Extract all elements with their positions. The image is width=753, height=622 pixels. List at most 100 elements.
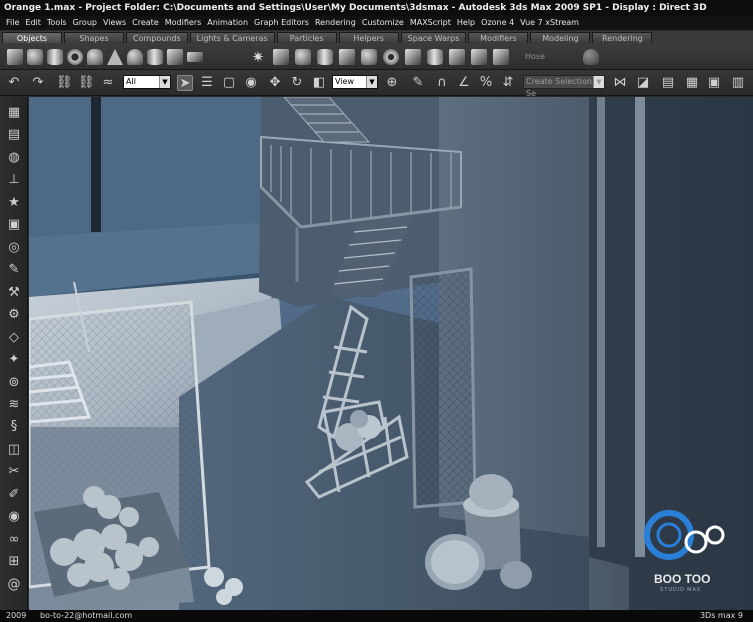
select-by-name-icon[interactable]: ☰ [199,75,215,91]
capsule-icon[interactable] [427,49,443,65]
oil-tank-icon[interactable] [295,49,311,65]
percent-snap-icon[interactable]: % [478,75,494,91]
foliage-icon[interactable] [583,49,599,65]
cylinder-icon[interactable] [47,49,63,65]
tab-particles[interactable]: Particles [276,32,337,43]
chamfer-box-icon[interactable] [273,49,289,65]
snaps-toggle-icon[interactable]: ∩ [434,75,450,91]
extrude-tool-icon[interactable]: ⊥ [6,172,22,188]
menu-customize[interactable]: Customize [359,16,407,30]
bind-space-warp-icon[interactable]: ≈ [100,75,116,91]
named-selection-sets-dropdown[interactable]: Create Selection Se ▼ [523,75,605,98]
bird-tool-icon[interactable]: ✦ [6,352,22,368]
menu-modifiers[interactable]: Modifiers [162,16,205,30]
gengon-icon[interactable] [361,49,377,65]
reference-coord-dropdown[interactable]: View ▼ [332,75,378,89]
torus-icon[interactable] [67,49,83,65]
wrench-tool-icon[interactable]: ⚒ [6,285,22,301]
grid-tool-icon[interactable]: ⊞ [6,554,22,570]
material-editor-icon[interactable]: ▣ [706,75,722,91]
perspective-viewport[interactable]: BOO TOO STUDIO MAX [29,97,753,610]
ringwave-icon[interactable] [493,49,509,65]
select-link-icon[interactable]: ⛓ [56,75,73,91]
menu-graph-editors[interactable]: Graph Editors [251,16,312,30]
cone-icon[interactable] [107,49,123,65]
menu-edit[interactable]: Edit [22,16,44,30]
menu-rendering[interactable]: Rendering [312,16,359,30]
c-ext-icon[interactable] [471,49,487,65]
angle-snap-icon[interactable]: ∠ [456,75,472,91]
tab-shapes[interactable]: Shapes [64,32,124,43]
spinner-snap-icon[interactable]: ⇵ [500,75,516,91]
menu-ozone[interactable]: Ozone 4 [478,16,517,30]
geosphere-icon[interactable] [127,49,143,65]
cylinder-pipe-tool-icon[interactable]: ◫ [6,442,22,458]
tab-compounds[interactable]: Compounds [126,32,188,43]
tab-helpers[interactable]: Helpers [338,32,399,43]
align-icon[interactable]: ◪ [635,75,651,91]
layers-tool-icon[interactable]: ▤ [6,127,22,143]
layer-manager-icon[interactable]: ▤ [660,75,676,91]
box-tool-icon[interactable]: ▦ [6,105,22,121]
hose-label[interactable]: Hose [525,52,545,61]
menu-help[interactable]: Help [454,16,478,30]
plane-icon[interactable] [187,52,203,62]
box-icon[interactable] [7,49,23,65]
status-bar: 2009 bo-to-22@hotmail.com 3Ds max 9 [0,610,753,622]
star-tool-icon[interactable]: ★ [6,195,22,211]
donut-tool-icon[interactable]: ◉ [6,509,22,525]
spring-tool-icon[interactable]: § [6,419,22,435]
rectangular-selection-icon[interactable]: ▢ [221,75,237,91]
brush-tool-icon[interactable]: ✐ [6,487,22,503]
chamfer-tool-icon[interactable]: ◇ [6,330,22,346]
hedra-icon[interactable]: ✷ [250,49,266,65]
menu-file[interactable]: File [3,16,22,30]
menu-views[interactable]: Views [100,16,129,30]
scale-icon[interactable]: ◧ [311,75,327,91]
tube-tool-icon[interactable]: ⊚ [6,375,22,391]
menu-tools[interactable]: Tools [44,16,70,30]
window-crossing-icon[interactable]: ◉ [243,75,259,91]
move-icon[interactable]: ✥ [267,75,283,91]
spindle-icon[interactable] [339,49,355,65]
link-tool-icon[interactable]: ∞ [6,532,22,548]
pencil-tool-icon[interactable]: ✎ [6,262,22,278]
undo-icon[interactable]: ↶ [6,75,22,91]
redo-icon[interactable]: ↷ [30,75,46,91]
menu-create[interactable]: Create [129,16,162,30]
cylinder-tool-icon[interactable]: ◎ [6,240,22,256]
chamfer-cylinder-icon[interactable] [317,49,333,65]
cut-tool-icon[interactable]: ✂ [6,464,22,480]
teapot-icon[interactable] [87,49,103,65]
prism-icon[interactable] [405,49,421,65]
select-manipulate-icon[interactable]: ✎ [410,75,426,91]
window-tool-icon[interactable]: ▣ [6,217,22,233]
sphere-icon[interactable] [27,49,43,65]
torus-knot-icon[interactable] [383,49,399,65]
tube-icon[interactable] [147,49,163,65]
mirror-icon[interactable]: ⋈ [612,75,628,91]
menu-animation[interactable]: Animation [204,16,251,30]
selection-filter-dropdown[interactable]: All ▼ [123,75,171,89]
rotate-icon[interactable]: ↻ [289,75,305,91]
loop-tool-icon[interactable]: ◍ [6,150,22,166]
render-setup-icon[interactable]: ▥ [730,75,746,91]
tab-modeling[interactable]: Modeling [530,32,591,43]
tab-rendering[interactable]: Rendering [592,32,653,43]
pyramid-icon[interactable] [167,49,183,65]
curve-editor-icon[interactable]: ▦ [684,75,700,91]
menu-vue[interactable]: Vue 7 xStream [517,16,582,30]
select-object-icon[interactable]: ➤ [177,75,193,91]
menu-group[interactable]: Group [70,16,100,30]
spiral-tool-icon[interactable]: @ [6,577,22,593]
unlink-icon[interactable]: ⛓ [78,75,95,91]
tab-lights-cameras[interactable]: Lights & Cameras [189,32,275,43]
gear-tool-icon[interactable]: ⚙ [6,307,22,323]
tab-objects[interactable]: Objects [2,32,62,43]
pivot-center-icon[interactable]: ⊕ [384,75,400,91]
l-ext-icon[interactable] [449,49,465,65]
tab-modifiers[interactable]: Modifiers [468,32,529,43]
menu-maxscript[interactable]: MAXScript [407,16,454,30]
wave-tool-icon[interactable]: ≋ [6,397,22,413]
tab-space-warps[interactable]: Space Warps [400,32,467,43]
